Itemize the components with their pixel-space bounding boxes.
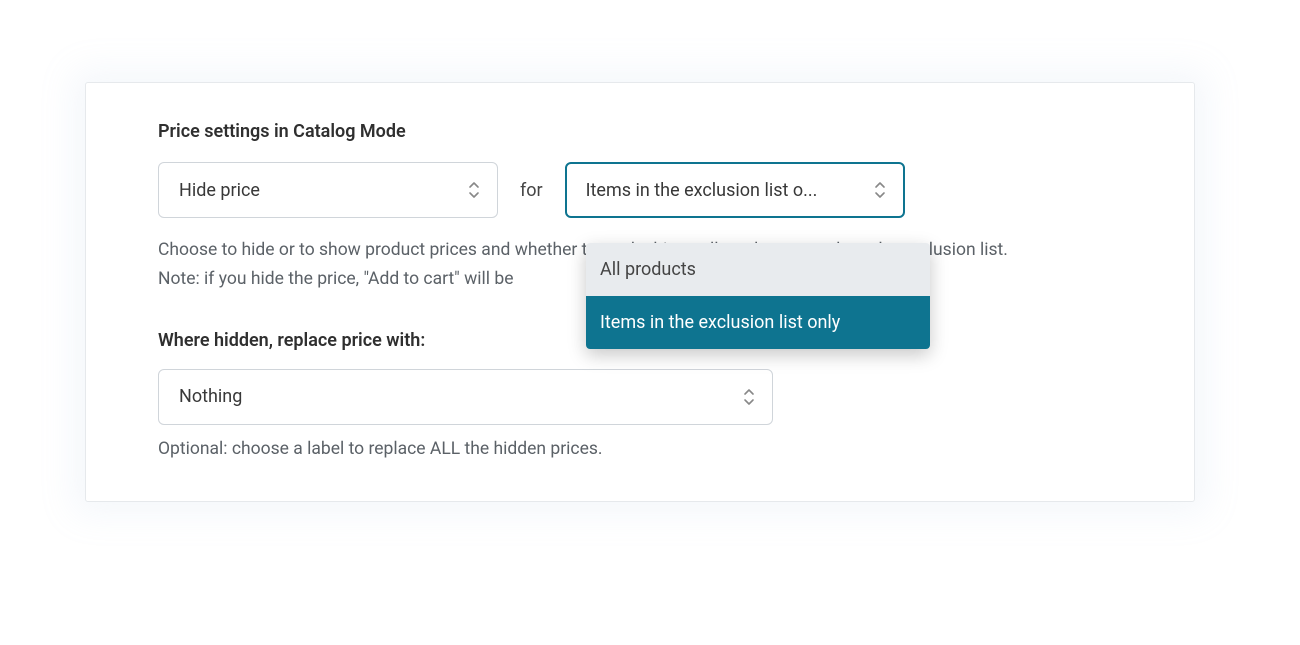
scope-select[interactable]: Items in the exclusion list o... bbox=[565, 162, 905, 218]
chevron-updown-icon bbox=[467, 181, 481, 199]
replace-price-select[interactable]: Nothing bbox=[158, 369, 773, 425]
dropdown-option-exclusion-list[interactable]: Items in the exclusion list only bbox=[586, 296, 930, 349]
replace-description: Optional: choose a label to replace ALL … bbox=[158, 439, 1122, 459]
scope-value: Items in the exclusion list o... bbox=[586, 180, 818, 201]
chevron-updown-icon bbox=[742, 388, 756, 406]
price-visibility-row: Hide price for Items in the exclusion li… bbox=[158, 162, 1122, 218]
hide-price-value: Hide price bbox=[179, 180, 260, 201]
description-line2: Note: if you hide the price, "Add to car… bbox=[158, 269, 513, 289]
scope-dropdown: All products Items in the exclusion list… bbox=[586, 243, 930, 349]
section-title: Price settings in Catalog Mode bbox=[158, 121, 1122, 142]
dropdown-option-all-products[interactable]: All products bbox=[586, 243, 930, 296]
chevron-updown-icon bbox=[873, 181, 887, 199]
hide-price-select[interactable]: Hide price bbox=[158, 162, 498, 218]
replace-price-value: Nothing bbox=[179, 386, 242, 407]
for-label: for bbox=[520, 180, 543, 201]
